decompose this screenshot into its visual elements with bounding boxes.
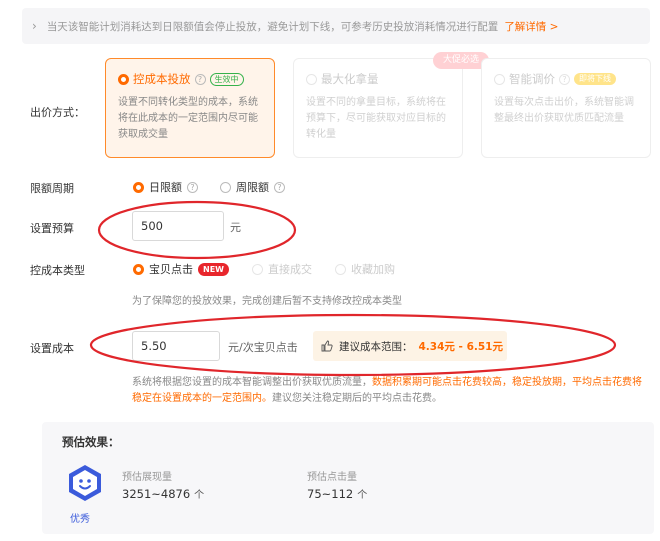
radio-unchecked-icon — [306, 73, 317, 85]
radio-daily-limit[interactable]: 日限额 ? — [133, 179, 198, 195]
card-desc: 设置不同转化类型的成本，系统将在此成本的一定范围内尽可能获取成交量 — [118, 97, 258, 140]
estimate-title: 预估效果： — [62, 435, 120, 449]
note-gray: 系统将根据您设置的成本智能调整出价获取优质流量， — [132, 377, 372, 388]
notice-text: 当天该智能计划消耗达到日限额值会停止投放，避免计划下线，可参考历史投放消耗情况进… — [46, 20, 499, 33]
radio-checked-icon — [133, 181, 144, 193]
bid-card-cost-control[interactable]: 控成本投放 ? 生效中 设置不同转化类型的成本，系统将在此成本的一定范围内尽可能… — [105, 58, 275, 158]
help-icon[interactable]: ? — [559, 73, 570, 85]
note-tail: 建议您关注稳定期后的平均点击花费。 — [272, 393, 442, 404]
help-icon[interactable]: ? — [194, 73, 206, 85]
option-label: 宝贝点击 — [149, 263, 193, 276]
card-title: 智能调价 — [509, 72, 555, 86]
help-icon[interactable]: ? — [187, 181, 198, 193]
radio-weekly-limit[interactable]: 周限额 ? — [220, 179, 285, 195]
metric-title: 预估点击量 — [307, 472, 357, 483]
bid-method-label: 出价方式： — [30, 106, 85, 119]
cost-type-hint: 为了保障您的投放效果，完成创建后暂不支持修改控成本类型 — [132, 296, 402, 307]
grade-label: 优秀 — [70, 514, 90, 525]
cost-label: 设置成本 — [30, 342, 74, 355]
option-label: 周限额 — [236, 181, 269, 194]
radio-checked-icon — [118, 73, 129, 85]
suggest-range: 4.34元 - 6.51元 — [418, 340, 503, 353]
radio-fav-cart[interactable]: 收藏加购 — [335, 261, 395, 277]
cost-unit: 元/次宝贝点击 — [228, 341, 298, 354]
estimate-panel: 预估效果： 优秀 预估展现量 3251~4876 个 预估点击量 75~112 个 — [42, 422, 654, 534]
suggested-cost-range: 建议成本范围： 4.34元 - 6.51元 — [313, 331, 507, 361]
metric-unit: 个 — [194, 490, 205, 501]
option-label: 收藏加购 — [351, 263, 395, 276]
budget-input[interactable]: 500 — [132, 211, 224, 241]
card-desc: 设置每次点击出价，系统智能调整最终出价获取优质匹配流量 — [494, 97, 634, 124]
offline-tag: 即将下线 — [574, 73, 616, 85]
smile-badge-icon — [69, 465, 101, 501]
radio-unchecked-icon — [252, 263, 263, 275]
card-desc: 设置不同的拿量目标，系统将在预算下，尽可能获取对应目标的转化量 — [306, 97, 446, 140]
chevron-right-icon[interactable]: › — [32, 19, 37, 33]
metric-value-clicks: 75~112 个 — [307, 486, 367, 501]
radio-checked-icon — [133, 263, 144, 275]
notice-bar: › 当天该智能计划消耗达到日限额值会停止投放，避免计划下线，可参考历史投放消耗情… — [22, 8, 650, 44]
radio-unchecked-icon — [335, 263, 346, 275]
cost-type-label: 控成本类型 — [30, 264, 85, 277]
bid-card-smart-price[interactable]: 智能调价 ? 即将下线 设置每次点击出价，系统智能调整最终出价获取优质匹配流量 — [481, 58, 651, 158]
bid-card-max-volume[interactable]: 最大化拿量 设置不同的拿量目标，系统将在预算下，尽可能获取对应目标的转化量 — [293, 58, 463, 158]
thumbs-up-icon — [321, 340, 333, 352]
suggest-label: 建议成本范围： — [339, 340, 413, 353]
help-icon[interactable]: ? — [274, 181, 285, 193]
radio-unchecked-icon — [494, 73, 505, 85]
active-tag: 生效中 — [209, 72, 244, 86]
metric-title: 预估展现量 — [122, 472, 172, 483]
metric-value: 75~112 — [307, 487, 354, 501]
card-title: 最大化拿量 — [321, 72, 379, 86]
radio-unchecked-icon — [220, 181, 231, 193]
radio-item-click[interactable]: 宝贝点击 NEW — [133, 261, 229, 277]
cost-input[interactable]: 5.50 — [132, 331, 220, 361]
option-label: 直接成交 — [268, 263, 312, 276]
metric-unit: 个 — [357, 490, 368, 501]
budget-unit: 元 — [230, 221, 241, 234]
new-tag: NEW — [198, 262, 229, 276]
limit-period-label: 限额周期 — [30, 182, 74, 195]
cost-note: 系统将根据您设置的成本智能调整出价获取优质流量，数据积累期可能点击花费较高，稳定… — [132, 375, 647, 407]
card-title: 控成本投放 — [133, 72, 191, 86]
option-label: 日限额 — [149, 181, 182, 194]
budget-label: 设置预算 — [30, 222, 74, 235]
metric-value-impressions: 3251~4876 个 — [122, 486, 204, 501]
radio-direct-deal[interactable]: 直接成交 — [252, 261, 312, 277]
metric-value: 3251~4876 — [122, 487, 191, 501]
learn-more-link[interactable]: 了解详情 > — [504, 19, 558, 34]
